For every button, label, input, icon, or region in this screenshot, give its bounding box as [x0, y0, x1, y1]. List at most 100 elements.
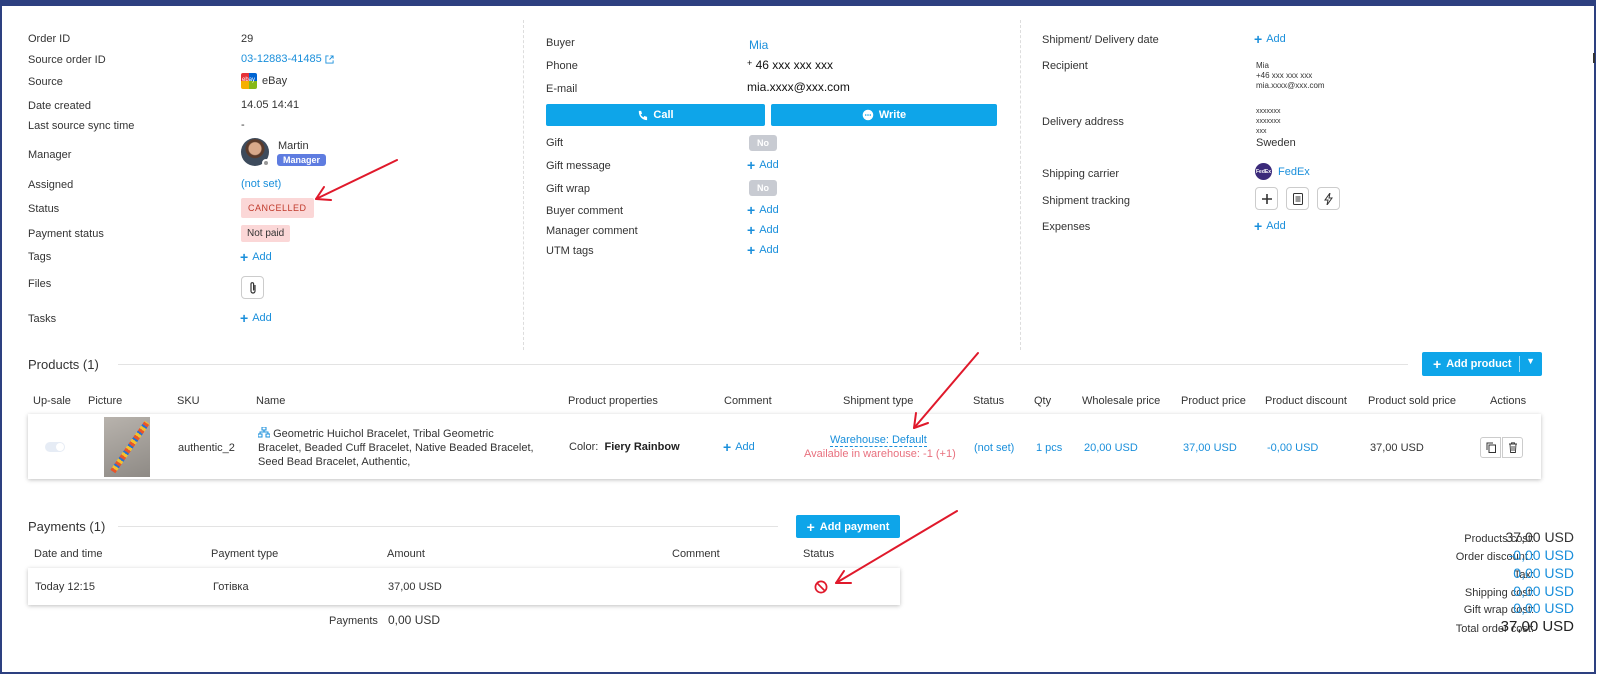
buyer-value[interactable]: Mia: [749, 38, 768, 52]
col-upsale: Up-sale: [33, 395, 71, 407]
tasks-label: Tasks: [28, 313, 57, 325]
product-price[interactable]: 37,00 USD: [1183, 442, 1237, 454]
copy-product-button[interactable]: [1480, 437, 1501, 458]
buyer-label: Buyer: [546, 37, 575, 49]
products-divider: [118, 364, 1408, 365]
manager-comment-add-button[interactable]: + Add: [747, 222, 779, 238]
call-button[interactable]: Call: [546, 104, 765, 126]
product-properties: Color: Fiery Rainbow: [569, 441, 680, 453]
shipment-tracking-label: Shipment tracking: [1042, 195, 1131, 207]
col-status: Status: [973, 395, 1005, 407]
plus-icon: [1261, 193, 1272, 204]
payment-amount: 37,00 USD: [388, 581, 442, 593]
utm-tags-add-button[interactable]: + Add: [747, 242, 779, 258]
utm-tags-label: UTM tags: [546, 245, 594, 257]
shipment-date-add-button[interactable]: + Add: [1254, 31, 1286, 47]
order-discount-value[interactable]: -0,00 USD: [1509, 547, 1574, 563]
col-product-discount: Product discount: [1265, 395, 1347, 407]
shipment-type-link[interactable]: Warehouse: Default: [830, 434, 927, 447]
gift-message-add-button[interactable]: + Add: [747, 157, 779, 173]
tracking-lightning-button[interactable]: [1317, 187, 1340, 210]
last-sync-label: Last source sync time: [28, 120, 135, 132]
manager-name[interactable]: Martin: [278, 140, 309, 152]
product-sold-price: 37,00 USD: [1370, 442, 1424, 454]
assigned-value[interactable]: (not set): [241, 178, 281, 190]
delete-product-button[interactable]: [1502, 437, 1523, 458]
plus-icon: +: [747, 202, 756, 218]
products-section-title: Products (1): [28, 357, 99, 372]
col-product-sold-price: Product sold price: [1368, 395, 1457, 407]
shipping-carrier-value[interactable]: FedEx FedEx: [1255, 163, 1310, 180]
source-value: ebay eBay: [241, 73, 287, 89]
product-discount[interactable]: -0,00 USD: [1267, 442, 1318, 454]
shipping-cost-value[interactable]: 0,00 USD: [1513, 583, 1574, 599]
assigned-label: Assigned: [28, 179, 74, 191]
plus-icon: +: [747, 222, 756, 238]
col-qty: Qty: [1034, 395, 1052, 407]
gift-wrap-toggle[interactable]: No: [749, 180, 777, 196]
attach-file-button[interactable]: [241, 276, 264, 299]
plus-icon: +: [1254, 218, 1263, 234]
buyer-comment-add-button[interactable]: + Add: [747, 202, 779, 218]
status-badge[interactable]: CANCELLED: [241, 198, 314, 218]
col-payment-type: Payment type: [211, 548, 279, 560]
payment-status-cancelled-icon[interactable]: [814, 580, 828, 597]
upsale-toggle[interactable]: [45, 442, 65, 452]
chevron-down-icon[interactable]: ▼: [1526, 356, 1535, 366]
last-sync-value: -: [241, 119, 245, 131]
col-wholesale-price: Wholesale price: [1082, 395, 1161, 407]
col-sku: SKU: [177, 395, 200, 407]
plus-icon: +: [806, 518, 815, 535]
product-wholesale-price[interactable]: 20,00 USD: [1084, 442, 1138, 454]
write-button[interactable]: Write: [771, 104, 997, 126]
col-amount: Amount: [387, 548, 425, 560]
column-divider: [1020, 20, 1021, 350]
recipient-value[interactable]: Mia +46 xxx xxx xxx mia.xxxx@xxx.com: [1256, 61, 1325, 91]
split-divider: [1519, 356, 1520, 372]
product-status[interactable]: (not set): [974, 442, 1014, 454]
tax-value[interactable]: 0,00 USD: [1513, 565, 1574, 581]
manager-label: Manager: [28, 149, 72, 161]
total-order-cost-value: 37,00 USD: [1500, 618, 1574, 635]
col-payment-comment: Comment: [672, 548, 720, 560]
product-comment-add-button[interactable]: + Add: [723, 439, 755, 455]
delivery-address-value[interactable]: xxxxxxx xxxxxxx xxx Sweden: [1256, 107, 1296, 150]
recipient-label: Recipient: [1042, 60, 1088, 72]
add-payment-button[interactable]: + Add payment: [796, 515, 900, 538]
trash-icon: [1508, 442, 1517, 453]
tasks-add-button[interactable]: + Add: [240, 310, 272, 326]
manager-badge: Manager: [277, 154, 327, 166]
payment-row[interactable]: [28, 568, 900, 605]
phone-value: + 46 xxx xxx xxx: [747, 58, 833, 72]
buyer-comment-label: Buyer comment: [546, 205, 624, 217]
ebay-logo-icon: ebay: [241, 73, 257, 89]
payment-date: Today 12:15: [35, 581, 95, 593]
fedex-logo-icon: FedEx: [1255, 163, 1272, 180]
document-icon: [1292, 192, 1303, 205]
gift-toggle[interactable]: No: [749, 135, 777, 151]
date-created-value: 14.05 14:41: [241, 99, 300, 111]
plus-icon: +: [1433, 356, 1442, 372]
source-order-id-link[interactable]: 03-12883-41485: [241, 53, 334, 65]
payment-type: Готівка: [213, 581, 249, 593]
gift-wrap-cost-value[interactable]: 0,00 USD: [1513, 600, 1574, 616]
payments-total-label: Payments: [329, 615, 378, 627]
avatar[interactable]: [241, 138, 270, 167]
add-product-button[interactable]: + Add product ▼: [1422, 352, 1542, 376]
source-label: Source: [28, 76, 63, 88]
tags-add-button[interactable]: + Add: [240, 249, 272, 265]
product-name: Geometric Huichol Bracelet, Tribal Geome…: [258, 428, 534, 468]
col-product-properties: Product properties: [568, 395, 658, 407]
product-picture[interactable]: [104, 417, 150, 477]
gift-wrap-label: Gift wrap: [546, 183, 591, 195]
plus-icon: +: [240, 310, 249, 326]
product-qty[interactable]: 1 pcs: [1036, 442, 1062, 454]
phone-icon: [639, 110, 648, 120]
tracking-document-button[interactable]: [1286, 187, 1309, 210]
product-name-cell[interactable]: Geometric Huichol Bracelet, Tribal Geome…: [257, 426, 538, 469]
scroll-edge-marker: [1593, 53, 1595, 63]
add-tracking-button[interactable]: [1255, 187, 1278, 210]
order-id-value: 29: [241, 33, 254, 45]
expenses-add-button[interactable]: + Add: [1254, 218, 1286, 234]
plus-icon: +: [240, 249, 249, 265]
